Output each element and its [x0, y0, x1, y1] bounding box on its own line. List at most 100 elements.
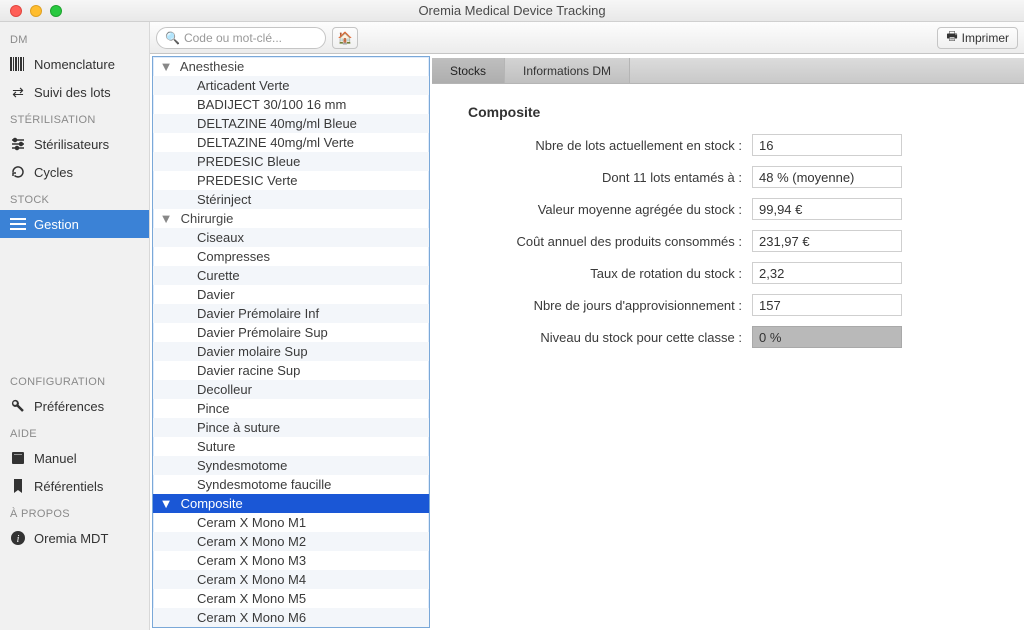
- tree-item[interactable]: Syndesmotome: [153, 456, 429, 475]
- tree-item[interactable]: Davier: [153, 285, 429, 304]
- stat-label: Taux de rotation du stock :: [452, 266, 752, 281]
- print-label: Imprimer: [962, 31, 1009, 45]
- tree-item[interactable]: DELTAZINE 40mg/ml Verte: [153, 133, 429, 152]
- barcode-icon: [10, 56, 26, 72]
- window-title: Oremia Medical Device Tracking: [0, 3, 1024, 18]
- sidebar-item-nomenclature[interactable]: Nomenclature: [0, 50, 149, 78]
- tree-item[interactable]: Ceram X Mono M4: [153, 570, 429, 589]
- tree-item[interactable]: Ceram X Mono M1: [153, 513, 429, 532]
- tree-item[interactable]: Ciseaux: [153, 228, 429, 247]
- sidebar-item-label: Gestion: [34, 217, 79, 232]
- toolbar: 🔍 Code ou mot-clé... 🏠 🖶 Imprimer: [150, 22, 1024, 54]
- disclosure-triangle-icon[interactable]: ▼: [159, 496, 173, 511]
- stat-label: Coût annuel des produits consommés :: [452, 234, 752, 249]
- stat-value[interactable]: 231,97 €: [752, 230, 902, 252]
- sidebar-item-pr-f-rences[interactable]: Préférences: [0, 392, 149, 420]
- stat-row: Nbre de jours d'approvisionnement :157: [452, 294, 1014, 316]
- tree-group[interactable]: ▼ Composite: [153, 494, 429, 513]
- sidebar-item-gestion[interactable]: Gestion: [0, 210, 149, 238]
- tree-item[interactable]: Compresses: [153, 247, 429, 266]
- sidebar-item-label: Cycles: [34, 165, 73, 180]
- sidebar-item-manuel[interactable]: Manuel: [0, 444, 149, 472]
- sidebar-item-cycles[interactable]: Cycles: [0, 158, 149, 186]
- sidebar-item-label: Nomenclature: [34, 57, 115, 72]
- sidebar-heading: STOCK: [0, 186, 149, 210]
- sidebar-item-label: Suivi des lots: [34, 85, 111, 100]
- sidebar-heading: À PROPOS: [0, 500, 149, 524]
- sidebar-heading: AIDE: [0, 420, 149, 444]
- tree-group[interactable]: ▼ Chirurgie: [153, 209, 429, 228]
- tree-item[interactable]: Pince à suture: [153, 418, 429, 437]
- sidebar: DM Nomenclature ⇄ Suivi des lots STÉRILISATI…: [0, 22, 150, 630]
- sidebar-heading: DM: [0, 26, 149, 50]
- tree-item[interactable]: Decolleur: [153, 380, 429, 399]
- stat-value[interactable]: 2,32: [752, 262, 902, 284]
- tree-item[interactable]: DELTAZINE 40mg/ml Bleue: [153, 114, 429, 133]
- sidebar-item-label: Oremia MDT: [34, 531, 108, 546]
- sidebar-item-r-f-rentiels[interactable]: Référentiels: [0, 472, 149, 500]
- tree-item[interactable]: Stérinject: [153, 190, 429, 209]
- home-button[interactable]: 🏠: [332, 27, 358, 49]
- print-button[interactable]: 🖶 Imprimer: [937, 27, 1018, 49]
- stat-label: Nbre de lots actuellement en stock :: [452, 138, 752, 153]
- stat-row: Niveau du stock pour cette classe :0 %: [452, 326, 1014, 348]
- stat-value[interactable]: 16: [752, 134, 902, 156]
- stat-value[interactable]: 99,94 €: [752, 198, 902, 220]
- search-placeholder: Code ou mot-clé...: [184, 31, 282, 45]
- panel-title: Composite: [468, 104, 1014, 120]
- title-bar: Oremia Medical Device Tracking: [0, 0, 1024, 22]
- tree-item[interactable]: Syndesmotome faucille: [153, 475, 429, 494]
- stat-label: Nbre de jours d'approvisionnement :: [452, 298, 752, 313]
- tree-item[interactable]: Ceram X Mono M3: [153, 551, 429, 570]
- tab-bar: StocksInformations DM: [432, 58, 1024, 84]
- sidebar-item-label: Stérilisateurs: [34, 137, 109, 152]
- search-input[interactable]: 🔍 Code ou mot-clé...: [156, 27, 326, 49]
- tree-item[interactable]: Pince: [153, 399, 429, 418]
- info-icon: i: [10, 530, 26, 546]
- stat-row: Taux de rotation du stock :2,32: [452, 262, 1014, 284]
- refresh-icon: [10, 164, 26, 180]
- stat-value[interactable]: 48 % (moyenne): [752, 166, 902, 188]
- tree-item[interactable]: Davier molaire Sup: [153, 342, 429, 361]
- tree-group[interactable]: ▼ Anesthesie: [153, 57, 429, 76]
- sidebar-item-suivi-des-lots[interactable]: ⇄ Suivi des lots: [0, 78, 149, 106]
- sidebar-item-st-rilisateurs[interactable]: Stérilisateurs: [0, 130, 149, 158]
- tab-informations-dm[interactable]: Informations DM: [505, 58, 630, 83]
- tree-item[interactable]: BADIJECT 30/100 16 mm: [153, 95, 429, 114]
- tree-item[interactable]: Davier Prémolaire Sup: [153, 323, 429, 342]
- bookmark-icon: [10, 478, 26, 494]
- stat-row: Valeur moyenne agrégée du stock :99,94 €: [452, 198, 1014, 220]
- tree-item[interactable]: Davier Prémolaire Inf: [153, 304, 429, 323]
- stat-row: Coût annuel des produits consommés :231,…: [452, 230, 1014, 252]
- sidebar-item-label: Référentiels: [34, 479, 103, 494]
- tree-item[interactable]: PREDESIC Verte: [153, 171, 429, 190]
- stat-row: Dont 11 lots entamés à :48 % (moyenne): [452, 166, 1014, 188]
- sliders-icon: [10, 136, 26, 152]
- tree-item[interactable]: Ceram X Mono M6: [153, 608, 429, 627]
- sidebar-item-label: Manuel: [34, 451, 77, 466]
- stat-value[interactable]: 157: [752, 294, 902, 316]
- disclosure-triangle-icon[interactable]: ▼: [159, 211, 173, 226]
- tree-item[interactable]: Curette: [153, 266, 429, 285]
- tree-item[interactable]: Ceram X Mono M5: [153, 589, 429, 608]
- tree-item[interactable]: PREDESIC Bleue: [153, 152, 429, 171]
- stat-label: Dont 11 lots entamés à :: [452, 170, 752, 185]
- search-icon: 🔍: [165, 31, 180, 45]
- tree-item[interactable]: Davier racine Sup: [153, 361, 429, 380]
- svg-text:i: i: [17, 534, 20, 545]
- stat-label: Niveau du stock pour cette classe :: [452, 330, 752, 345]
- tree-item[interactable]: Suture: [153, 437, 429, 456]
- category-tree[interactable]: ▼ AnesthesieArticadent VerteBADIJECT 30/…: [152, 56, 430, 628]
- tree-item[interactable]: Ceram X Mono M2: [153, 532, 429, 551]
- tree-item[interactable]: Ceram X Mono M7: [153, 627, 429, 628]
- tree-group-label: Chirurgie: [173, 211, 233, 226]
- tab-stocks[interactable]: Stocks: [432, 58, 505, 83]
- sidebar-item-oremia-mdt[interactable]: i Oremia MDT: [0, 524, 149, 552]
- detail-pane: StocksInformations DM Composite Nbre de …: [432, 54, 1024, 630]
- sidebar-item-label: Préférences: [34, 399, 104, 414]
- shuffle-icon: ⇄: [10, 84, 26, 100]
- book-icon: [10, 450, 26, 466]
- tree-item[interactable]: Articadent Verte: [153, 76, 429, 95]
- disclosure-triangle-icon[interactable]: ▼: [159, 59, 173, 74]
- sidebar-heading: STÉRILISATION: [0, 106, 149, 130]
